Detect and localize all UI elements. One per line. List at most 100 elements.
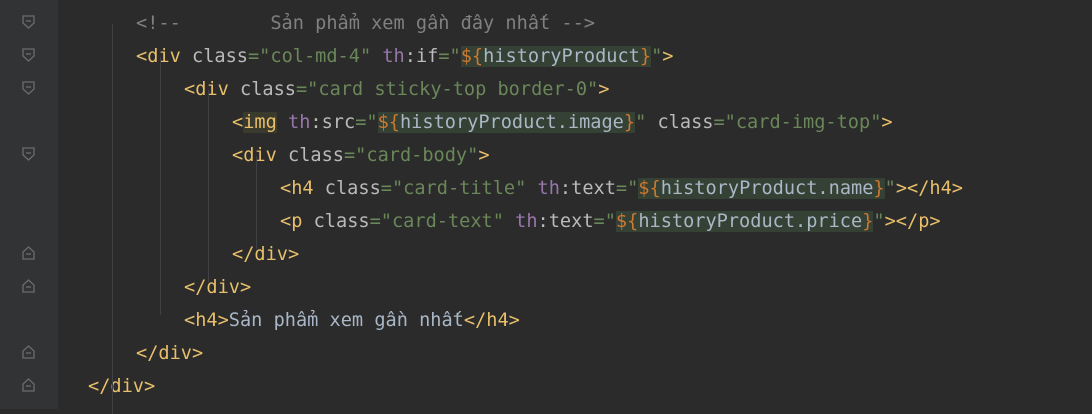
comment-close: -->: [561, 13, 596, 34]
code-line[interactable]: <img th:src="${historyProduct.image}" cl…: [232, 106, 893, 139]
quote: =": [593, 211, 616, 232]
expr-open-brace: {: [649, 178, 661, 199]
bracket: >: [191, 343, 204, 364]
bracket: </: [88, 376, 111, 397]
fold-open-icon[interactable]: [22, 15, 35, 29]
colon: :: [559, 178, 572, 199]
expr-text: historyProduct.name: [660, 178, 874, 199]
attr-value: card-text: [391, 211, 493, 232]
thymeleaf-expression: ${historyProduct.price}: [615, 211, 874, 232]
code-line[interactable]: <p class="card-text" th:text="${historyP…: [280, 205, 941, 238]
quote: ": [467, 145, 479, 166]
fold-open-icon[interactable]: [22, 147, 35, 161]
tag-name: div: [254, 244, 288, 265]
bracket: </: [232, 244, 255, 265]
fold-close-icon[interactable]: [22, 246, 35, 260]
expr-dollar: $: [460, 46, 472, 67]
tag-name: h4: [195, 310, 218, 331]
code-line[interactable]: <h4>Sản phẩm xem gần nhất</h4>: [184, 304, 520, 337]
quote: ": [515, 178, 527, 199]
code-line[interactable]: </div>: [184, 271, 251, 304]
heading-text: Sản phẩm xem gần nhất: [228, 310, 464, 331]
bracket: <: [184, 310, 196, 331]
quote: ": [587, 79, 599, 100]
code-line[interactable]: <div class="col-md-4" th:if="${historyPr…: [136, 40, 673, 73]
code-line[interactable]: </div>: [136, 337, 203, 370]
quote: =": [343, 145, 367, 166]
code-line[interactable]: <h4 class="card-title" th:text="${histor…: [280, 172, 963, 205]
quote: ": [884, 178, 896, 199]
expr-close-brace: }: [873, 178, 885, 199]
expr-dollar: $: [615, 211, 628, 232]
code-editor[interactable]: <!-- Sản phẩm xem gần đây nhất --> <div c…: [58, 0, 1092, 414]
code-line[interactable]: <div class="card sticky-top border-0">: [184, 73, 609, 106]
expr-text: historyProduct.image: [399, 112, 624, 133]
expr-close-brace: }: [623, 112, 636, 133]
bracket: <: [280, 178, 292, 199]
thymeleaf-expression: ${historyProduct}: [460, 46, 652, 67]
bracket: <: [136, 46, 148, 67]
fold-close-icon[interactable]: [22, 345, 35, 359]
comment-open: <!--: [136, 13, 181, 34]
indent-guide: [112, 24, 113, 414]
expr-close-brace: }: [639, 46, 652, 67]
thymeleaf-expression: ${historyProduct.name}: [638, 178, 885, 199]
expr-text: historyProduct.price: [638, 211, 863, 232]
bracket: >: [881, 112, 893, 133]
fold-close-icon[interactable]: [22, 279, 35, 293]
quote: ": [359, 46, 372, 67]
attr-value: card-body: [366, 145, 468, 166]
fold-close-icon[interactable]: [22, 378, 35, 392]
bracket: </: [463, 310, 487, 331]
attr-name: src: [321, 112, 356, 133]
quote: =": [295, 79, 319, 100]
code-line[interactable]: <div class="card-body">: [232, 139, 490, 172]
expr-text: historyProduct: [483, 46, 640, 67]
quote: =": [438, 46, 461, 67]
expr-open-brace: {: [471, 46, 484, 67]
namespace: th: [382, 46, 405, 67]
tag-name: div: [243, 145, 277, 166]
quote: ": [873, 211, 885, 232]
bracket: ></: [884, 211, 919, 232]
expr-dollar: $: [377, 112, 389, 133]
comment-text: Sản phẩm xem gần đây nhất: [270, 13, 551, 34]
quote: =": [615, 178, 639, 199]
fold-open-icon[interactable]: [22, 81, 35, 95]
attr-name: class: [288, 145, 344, 166]
tag-name: p: [918, 211, 930, 232]
attr-name: text: [548, 211, 594, 232]
code-line[interactable]: </div>: [232, 238, 299, 271]
attr-name: text: [571, 178, 616, 199]
bracket: >: [478, 145, 490, 166]
tag-name: div: [158, 343, 192, 364]
quote: =": [247, 46, 271, 67]
fold-open-icon[interactable]: [22, 48, 35, 62]
quote: =": [355, 112, 378, 133]
tag-name: div: [206, 277, 240, 298]
expr-close-brace: }: [862, 211, 874, 232]
attr-value: card sticky-top border-0: [318, 79, 588, 100]
tag-name: div: [110, 376, 144, 397]
colon: :: [310, 112, 322, 133]
indent-guide: [256, 156, 257, 249]
bracket: >: [508, 310, 520, 331]
bracket: >: [239, 277, 252, 298]
namespace: th: [515, 211, 538, 232]
attr-name: if: [415, 46, 439, 67]
code-line[interactable]: <!-- Sản phẩm xem gần đây nhất -->: [136, 7, 595, 40]
editor-gutter: [0, 0, 58, 409]
bracket: >: [951, 178, 963, 199]
code-line[interactable]: </div>: [88, 370, 155, 403]
attr-name: class: [657, 112, 714, 133]
quote: ": [635, 112, 647, 133]
tag-name: div: [147, 46, 181, 67]
expr-open-brace: {: [627, 211, 639, 232]
